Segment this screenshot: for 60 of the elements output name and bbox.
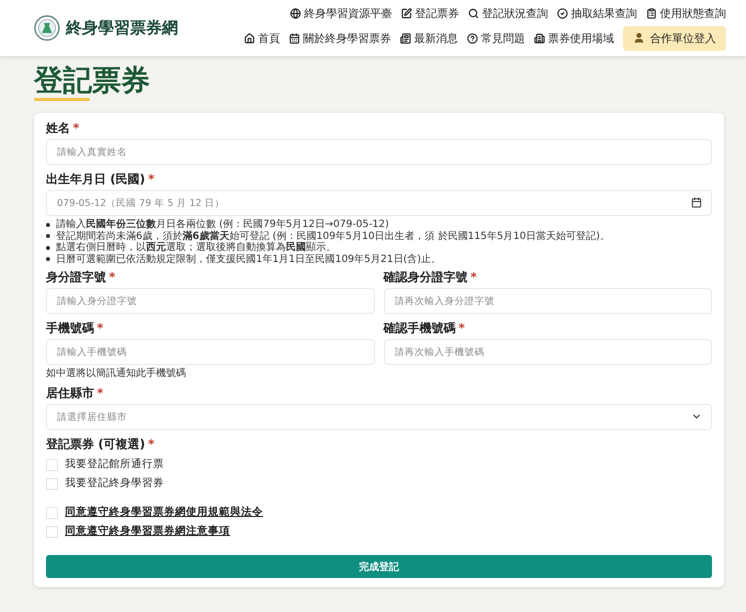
title-underline xyxy=(34,98,90,101)
checkbox[interactable] xyxy=(46,506,58,518)
hint-text: 日曆可選範圍已依活動規定限制，僅支援民國1年1月1日至民國109年5月21日(含)止。 xyxy=(56,254,442,265)
field-label: 居住縣市 * xyxy=(46,386,104,401)
text-field[interactable]: 請輸入真實姓名 xyxy=(46,139,712,165)
user-icon xyxy=(633,32,645,44)
nav-link[interactable]: 登記票券 xyxy=(401,6,459,20)
clipboard-icon xyxy=(646,8,657,18)
date-field[interactable]: 079-05-12（民國 79 年 5 月 12 日） xyxy=(46,190,712,216)
agreement-link[interactable]: 同意遵守終身學習票券網注意事項 xyxy=(65,525,230,538)
nav-link[interactable]: 終身學習資源平臺 xyxy=(290,6,392,20)
hint-text: 請輸入民國年份三位數月日各兩位數 (例：民國79年5月12日→079-05-12) xyxy=(56,219,389,230)
text-field[interactable]: 請再次輸入身分證字號 xyxy=(384,288,712,314)
nav-link[interactable]: 最新消息 xyxy=(400,30,458,46)
field-label: 姓名 * xyxy=(46,121,80,136)
search-icon xyxy=(468,8,479,18)
checkbox[interactable] xyxy=(46,526,58,538)
nav-link[interactable]: 常見問題 xyxy=(467,30,525,46)
checkbox-label: 我要登記館所通行票 xyxy=(65,458,164,471)
calendar-icon xyxy=(289,32,300,44)
check-circle-icon xyxy=(557,8,568,18)
hint-text: 點選右側日曆時，以西元選取；選取後將自動換算為民國顯示。 xyxy=(56,242,336,254)
text-field[interactable]: 請再次輸入手機號碼 xyxy=(384,339,712,365)
bullet-dot xyxy=(46,222,50,227)
nav-link[interactable]: 票券使用場域 xyxy=(534,30,614,46)
checkbox-label: 我要登記終身學習券 xyxy=(65,477,164,490)
field-label: 確認身分證字號 * xyxy=(384,270,478,285)
text-field[interactable]: 請輸入身分證字號 xyxy=(46,288,374,314)
nav-link[interactable]: 使用狀態查詢 xyxy=(646,6,726,20)
hint-text: 登記期間若尚未滿6歲，須於滿6歲當天始可登記 (例：民國109年5月10日出生者，須 於民國115年5月10日當天始可登記)。 xyxy=(56,230,610,242)
field-label: 手機號碼 * xyxy=(46,321,104,336)
field-label: 確認手機號碼 * xyxy=(384,321,466,336)
hint-text: 如中選將以簡訊通知此手機號碼 xyxy=(46,368,187,380)
text-field[interactable]: 請輸入手機號碼 xyxy=(46,339,374,365)
field-label: 登記票券 (可複選) * xyxy=(46,437,156,452)
bullet-dot xyxy=(46,234,50,238)
nav-link[interactable]: 首頁 xyxy=(244,30,280,46)
nav-link[interactable]: 登記狀況查詢 xyxy=(468,6,548,20)
partner-login-button[interactable]: 合作單位登入 xyxy=(623,26,726,50)
checkbox[interactable] xyxy=(46,458,58,470)
checkbox[interactable] xyxy=(46,478,58,490)
pencil-square-icon xyxy=(401,8,412,18)
nav-link[interactable]: 關於終身學習票券 xyxy=(289,30,391,46)
site-title: 終身學習票券網 xyxy=(66,18,178,38)
help-icon xyxy=(467,32,478,44)
page-title: 登記票券 xyxy=(34,62,150,98)
building-icon xyxy=(534,32,545,44)
calendar-icon[interactable] xyxy=(691,197,702,208)
home-icon xyxy=(244,32,255,44)
newspaper-icon xyxy=(400,32,411,44)
field-label: 身分證字號 * xyxy=(46,270,116,285)
globe-icon xyxy=(290,8,301,18)
city-select[interactable]: 請選擇居住縣市 xyxy=(46,404,712,430)
bullet-dot xyxy=(46,257,50,262)
nav-link[interactable]: 抽取結果查詢 xyxy=(557,6,637,20)
bullet-dot xyxy=(46,246,50,250)
agreement-link[interactable]: 同意遵守終身學習票券網使用規範與法令 xyxy=(65,506,263,519)
field-label: 出生年月日 (民國) * xyxy=(46,172,156,187)
emblem-logo xyxy=(34,15,60,41)
submit-button[interactable]: 完成登記 xyxy=(46,555,712,578)
